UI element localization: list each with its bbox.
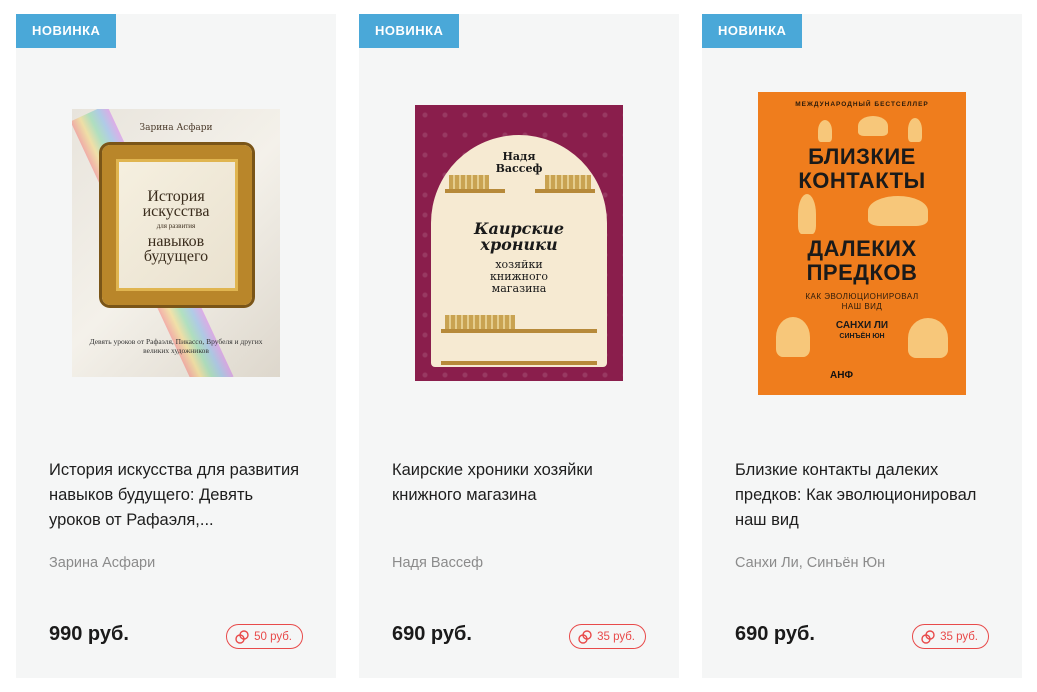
cover-title: История искусства для развития навыков б… — [142, 188, 210, 265]
new-badge: НОВИНКА — [702, 14, 803, 48]
product-author-link[interactable]: Санхи Ли, Синъён Юн — [735, 555, 885, 571]
bonus-amount: 50 руб. — [254, 630, 292, 643]
cover-area[interactable]: Надя Вассеф Каирские хроники хозяйки кни… — [359, 48, 679, 438]
bonus-coin-icon — [921, 629, 935, 644]
cover-title: Каирские хроники — [473, 219, 565, 254]
cover-subtitle: хозяйки книжного магазина — [490, 258, 548, 295]
cover-figure — [776, 316, 810, 357]
product-price: 690 руб. — [392, 623, 472, 645]
cover-author: Зарина Асфари — [139, 123, 213, 133]
cover-title-line: ДАЛЕКИХ — [807, 235, 917, 261]
bonus-amount: 35 руб. — [597, 630, 635, 643]
cover-books — [545, 175, 591, 189]
bonus-coin-icon — [235, 629, 249, 644]
new-badge: НОВИНКА — [359, 14, 460, 48]
bonus-badge: 35 руб. — [912, 624, 989, 649]
product-price: 690 руб. — [735, 623, 815, 645]
product-grid: НОВИНКА Зарина Асфари История искусства … — [0, 0, 1037, 692]
bonus-badge: 50 руб. — [226, 624, 303, 649]
cover-books — [445, 315, 515, 329]
cover-shelf — [535, 189, 595, 193]
bonus-coin-icon — [578, 629, 592, 644]
cover-figure — [908, 117, 922, 142]
cover-figure — [908, 317, 948, 358]
book-cover-image[interactable]: Зарина Асфари История искусства для разв… — [72, 109, 280, 377]
cover-area[interactable]: Зарина Асфари История искусства для разв… — [16, 48, 336, 438]
book-cover-image[interactable]: МЕЖДУНАРОДНЫЙ БЕСТСЕЛЛЕР БЛИЗКИЕ КОНТАКТ… — [758, 91, 966, 395]
product-price: 990 руб. — [49, 623, 129, 645]
cover-subtitle: КАК ЭВОЛЮЦИОНИРОВАЛ НАШ ВИД — [805, 291, 919, 311]
cover-figure — [858, 115, 888, 136]
cover-tagline: МЕЖДУНАРОДНЫЙ БЕСТСЕЛЛЕР — [795, 100, 929, 108]
publisher-logo: АНФ — [830, 369, 853, 381]
cover-figure — [798, 193, 816, 234]
cover-shelf — [441, 361, 597, 365]
product-title-link[interactable]: Близкие контакты далеких предков: Как эв… — [735, 458, 995, 533]
cover-shelf — [445, 189, 505, 193]
cover-author: Надя Вассеф — [495, 150, 543, 175]
cover-subtitle: Девять уроков от Рафаэля, Пикассо, Врубе… — [89, 337, 263, 355]
cover-title-line: КОНТАКТЫ — [798, 167, 926, 193]
product-card[interactable]: НОВИНКА МЕЖДУНАРОДНЫЙ БЕСТСЕЛЛЕР БЛИЗКИЕ… — [702, 14, 1022, 678]
product-card[interactable]: НОВИНКА Зарина Асфари История искусства … — [16, 14, 336, 678]
new-badge: НОВИНКА — [16, 14, 117, 48]
bonus-amount: 35 руб. — [940, 630, 978, 643]
cover-title-line: ПРЕДКОВ — [806, 259, 918, 285]
bonus-badge: 35 руб. — [569, 624, 646, 649]
cover-books — [449, 175, 489, 189]
product-card[interactable]: НОВИНКА Надя Вассеф Каирские хроники хоз… — [359, 14, 679, 678]
book-cover-image[interactable]: Надя Вассеф Каирские хроники хозяйки кни… — [415, 105, 623, 381]
cover-title-line: БЛИЗКИЕ — [808, 143, 916, 169]
cover-figure — [818, 119, 832, 142]
product-author-link[interactable]: Зарина Асфари — [49, 555, 155, 571]
cover-figure — [868, 195, 928, 226]
product-title-link[interactable]: Каирские хроники хозяйки книжного магази… — [392, 458, 652, 508]
cover-area[interactable]: МЕЖДУНАРОДНЫЙ БЕСТСЕЛЛЕР БЛИЗКИЕ КОНТАКТ… — [702, 48, 1022, 438]
product-author-link[interactable]: Надя Вассеф — [392, 555, 483, 571]
cover-shelf — [441, 329, 597, 333]
product-title-link[interactable]: История искусства для развития навыков б… — [49, 458, 309, 533]
